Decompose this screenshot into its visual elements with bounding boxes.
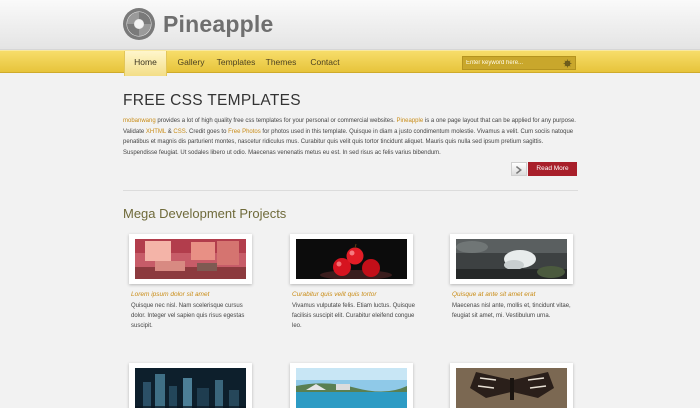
- nav-item-contact[interactable]: Contact: [306, 51, 344, 73]
- read-more-arrow[interactable]: [511, 162, 527, 176]
- mobanwang-link[interactable]: mobanwang: [123, 118, 156, 124]
- room-image: [135, 239, 246, 279]
- nav-item-gallery[interactable]: Gallery: [172, 51, 210, 73]
- card-description: Maecenas nisl ante, mollis et, tincidunt…: [452, 303, 571, 319]
- project-thumbnail[interactable]: [290, 234, 413, 284]
- card-description: Vivamus vulputate felis. Etiam luctus. Q…: [292, 303, 415, 329]
- waterfall-image: [456, 239, 567, 279]
- card-title[interactable]: Lorem ipsum dolor sit amet: [131, 291, 209, 298]
- card-title[interactable]: Quisque at ante sit amet erat: [452, 291, 535, 298]
- intro-paragraph: mobanwang provides a lot of high quality…: [123, 116, 578, 158]
- arrow-right-icon: [515, 165, 522, 175]
- pineapple-link[interactable]: Pineapple: [396, 118, 423, 124]
- project-thumbnail[interactable]: [450, 234, 573, 284]
- nav-item-home[interactable]: Home: [124, 51, 167, 76]
- free-photos-link[interactable]: Free Photos: [228, 129, 261, 135]
- project-thumbnail[interactable]: [290, 363, 413, 408]
- card-description: Quisque nec nisl. Nam scelerisque cursus…: [131, 303, 245, 329]
- search-box: [462, 56, 576, 70]
- project-thumbnail[interactable]: [450, 363, 573, 408]
- search-icon[interactable]: [563, 59, 572, 68]
- brand-name: Pineapple: [163, 10, 274, 37]
- project-thumbnail[interactable]: [129, 363, 252, 408]
- butterfly-image: [456, 368, 567, 408]
- projects-heading: Mega Development Projects: [123, 206, 287, 221]
- search-input[interactable]: [466, 57, 562, 69]
- css-link[interactable]: CSS: [173, 129, 185, 135]
- apples-image: [296, 239, 407, 279]
- coast-image: [296, 368, 407, 408]
- nav-item-templates[interactable]: Templates: [214, 51, 258, 73]
- divider: [123, 190, 578, 191]
- intro-text: . Credit goes to: [185, 128, 229, 135]
- site-header: Pineapple: [0, 0, 700, 50]
- card-title[interactable]: Curabitur quis velit quis tortor: [292, 291, 377, 298]
- xhtml-link[interactable]: XHTML: [146, 129, 166, 135]
- city-night-image: [135, 368, 246, 408]
- page-title: FREE CSS TEMPLATES: [123, 92, 301, 109]
- project-thumbnail[interactable]: [129, 234, 252, 284]
- main-nav: Home Gallery Templates Themes Contact: [0, 50, 700, 76]
- nav-item-themes[interactable]: Themes: [263, 51, 299, 73]
- logo-swirl-icon: [123, 8, 155, 40]
- logo[interactable]: Pineapple: [122, 7, 273, 41]
- read-more-button[interactable]: Read More: [528, 162, 577, 176]
- intro-text: provides a lot of high quality free css …: [155, 118, 397, 124]
